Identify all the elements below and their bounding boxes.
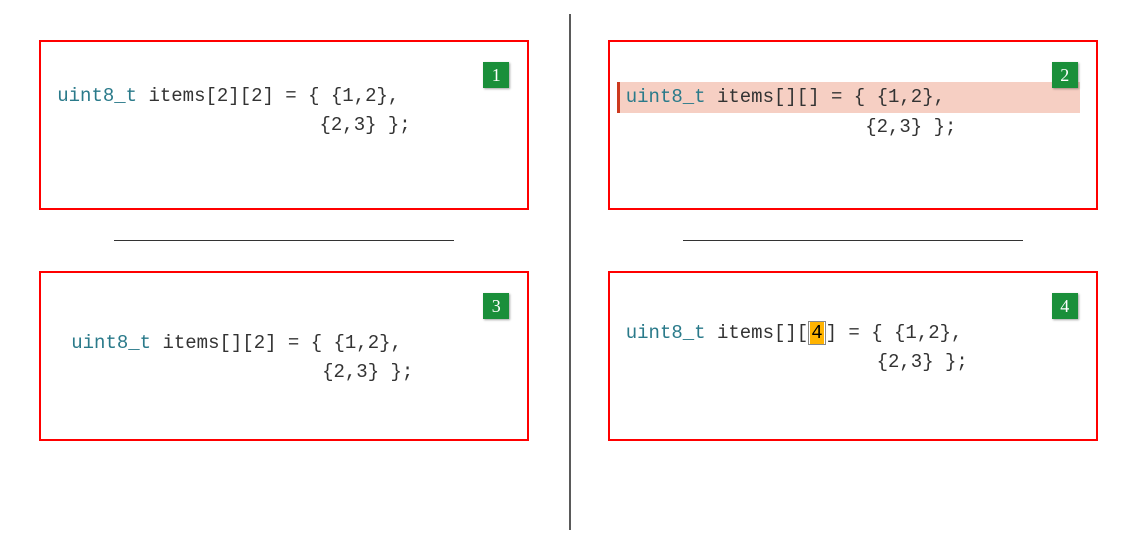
panel-wrap-1: 1 uint8_t items[2][2] = { {1,2}, {2,3} }… [30,40,539,210]
panel-badge-1: 1 [483,62,509,88]
code-panel-1: 1 uint8_t items[2][2] = { {1,2}, {2,3} }… [39,40,529,210]
panel-badge-4: 4 [1052,293,1078,319]
right-column: 2 uint8_t items[][] = { {1,2}, {2,3} }; … [569,0,1137,544]
panel-badge-3: 3 [483,293,509,319]
left-column: 1 uint8_t items[2][2] = { {1,2}, {2,3} }… [0,0,569,544]
panel-wrap-3: 3 uint8_t items[][2] = { {1,2}, {2,3} }; [30,271,539,441]
panel-wrap-2: 2 uint8_t items[][] = { {1,2}, {2,3} }; [599,40,1108,210]
code-rest-line1: items[][2] = { {1,2}, [151,332,402,354]
vertical-separator [569,14,571,530]
type-keyword: uint8_t [626,322,706,344]
code-pre: items[][ [706,322,809,344]
type-keyword: uint8_t [71,332,151,354]
error-highlight-line: uint8_t items[][] = { {1,2}, [617,82,1080,113]
code-panel-2: 2 uint8_t items[][] = { {1,2}, {2,3} }; [608,40,1098,210]
code-block-1: uint8_t items[2][2] = { {1,2}, {2,3} }; [57,60,511,141]
code-block-4: uint8_t items[][4] = { {1,2}, {2,3} }; [626,291,1080,378]
code-panel-4: 4 uint8_t items[][4] = { {1,2}, {2,3} }; [608,271,1098,441]
type-keyword: uint8_t [57,85,137,107]
quadrant-grid: 1 uint8_t items[2][2] = { {1,2}, {2,3} }… [0,0,1137,544]
horizontal-rule-right [683,240,1023,241]
code-line2: {2,3} }; [57,114,410,136]
panel-wrap-4: 4 uint8_t items[][4] = { {1,2}, {2,3} }; [599,271,1108,441]
code-post: ] = { {1,2}, [826,322,963,344]
code-line2: {2,3} }; [626,351,968,373]
panel-badge-2: 2 [1052,62,1078,88]
code-rest-line1: items[2][2] = { {1,2}, [137,85,399,107]
code-line2: {2,3} }; [71,361,413,383]
code-panel-3: 3 uint8_t items[][2] = { {1,2}, {2,3} }; [39,271,529,441]
code-rest-line1: items[][] = { {1,2}, [706,86,945,108]
code-line2: {2,3} }; [626,116,957,138]
cursor-selection-box[interactable]: 4 [808,321,825,345]
type-keyword: uint8_t [626,86,706,108]
code-block-3: uint8_t items[][2] = { {1,2}, {2,3} }; [57,291,511,388]
selected-char: 4 [810,322,823,344]
horizontal-rule-left [114,240,454,241]
code-block-2: uint8_t items[][] = { {1,2}, {2,3} }; [626,60,1080,143]
